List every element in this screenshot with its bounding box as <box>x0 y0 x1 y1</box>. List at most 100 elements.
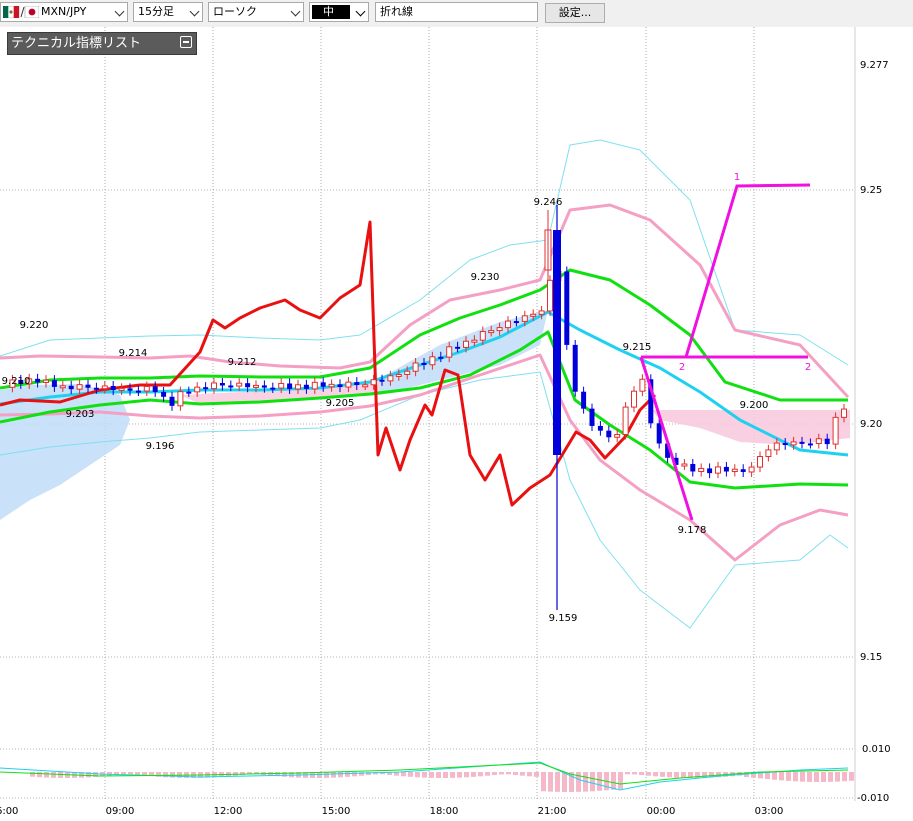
candle-body <box>639 378 646 392</box>
size-select[interactable]: 中 <box>309 2 369 22</box>
technical-indicator-list-panel[interactable]: テクニカル指標リスト <box>7 32 197 55</box>
price-annotation: 9.220 <box>20 320 49 331</box>
oscillator-bar <box>779 772 784 781</box>
y-axis-label: 9.15 <box>860 652 882 663</box>
candle-body <box>186 391 192 394</box>
candle-body <box>68 385 74 390</box>
oscillator-bar <box>667 772 672 778</box>
price-annotation: 9.230 <box>471 272 500 283</box>
oscillator-bar <box>653 772 658 777</box>
oscillator-bar <box>646 772 651 776</box>
candle-body <box>303 384 309 389</box>
candle-body <box>93 387 99 390</box>
y-axis-label: 9.277 <box>860 60 889 71</box>
oscillator-bar <box>562 772 567 792</box>
oscillator-bar <box>282 772 287 777</box>
candle-body <box>337 384 343 388</box>
candle-body <box>354 382 360 386</box>
oscillator-bar <box>555 772 560 792</box>
price-annotation: 9.246 <box>534 197 563 208</box>
candle-body <box>765 449 772 457</box>
candle-body <box>395 373 402 377</box>
candle-body <box>606 430 612 438</box>
oscillator-bar <box>674 772 679 778</box>
oscillator-bar <box>436 772 441 778</box>
candle-body <box>85 384 91 388</box>
oscillator-bar <box>128 772 133 775</box>
price-annotation: 9.215 <box>623 342 652 353</box>
chevron-down-icon <box>114 6 125 17</box>
candle-body <box>622 406 629 435</box>
oscillator-bar <box>632 772 637 775</box>
candle-body <box>479 330 486 341</box>
oscillator-bar <box>457 772 462 778</box>
x-axis-label: 09:00 <box>106 806 135 817</box>
candle-body <box>236 382 243 387</box>
candle-body <box>169 396 175 406</box>
price-annotation: 9.203 <box>66 409 95 420</box>
panel-title: テクニカル指標リスト <box>11 36 142 51</box>
price-annotation: 9.210 <box>2 376 31 387</box>
candle-body <box>161 391 167 397</box>
oscillator-bar <box>135 772 140 775</box>
candle-body <box>127 388 133 391</box>
candle-body <box>807 443 813 446</box>
y-axis-label: 9.20 <box>860 419 882 430</box>
candle-body <box>553 230 561 455</box>
oscillator-bar <box>527 772 532 777</box>
oscillator-bar <box>611 772 616 790</box>
settings-button[interactable]: 設定... <box>545 3 605 23</box>
candle-body <box>496 327 503 332</box>
candle-body <box>799 441 805 444</box>
candle-body <box>203 387 209 390</box>
oscillator-bar <box>359 772 364 776</box>
oscillator-bar <box>492 772 497 776</box>
drawing-label: 2 <box>805 362 811 373</box>
x-axis-label: 00:00 <box>647 806 676 817</box>
oscillator-bar <box>324 772 329 778</box>
candle-body <box>748 466 755 473</box>
timeframe-select[interactable]: 15分足 <box>133 2 203 22</box>
chevron-down-icon <box>189 6 200 17</box>
price-annotation: 9.205 <box>326 398 355 409</box>
currency-pair-label: MXN/JPY <box>41 5 87 18</box>
oscillator-bar <box>345 772 350 777</box>
candle-body <box>614 433 621 438</box>
candle-body <box>219 382 225 386</box>
candle-body <box>488 330 495 334</box>
oscillator-bar <box>513 772 518 776</box>
candle-body <box>43 379 49 383</box>
oscillator-bar <box>422 772 427 778</box>
oscillator-bar <box>590 772 595 792</box>
x-axis-label: 03:00 <box>755 806 784 817</box>
oscillator-bar <box>520 772 525 776</box>
candle-body <box>76 384 83 390</box>
candle-body <box>245 383 251 388</box>
candle-body <box>505 320 511 329</box>
oscillator-bar <box>800 772 805 782</box>
oscillator-bar <box>534 772 539 777</box>
oscillator-bar <box>51 772 56 778</box>
price-chart[interactable]: 1 2 2 9.220 9.214 9.210 9.203 9.196 9.212 9.205 9… <box>0 27 913 821</box>
chart-type-label: ローソク <box>213 5 257 18</box>
candle-body <box>597 425 603 431</box>
oscillator-bar <box>338 772 343 778</box>
timeframe-label: 15分足 <box>138 5 174 18</box>
oscillator-bar <box>793 772 798 782</box>
drawing-label: 2 <box>679 362 685 373</box>
oscillator-bar <box>443 772 448 778</box>
oscillator-bar <box>639 772 644 776</box>
oscillator-bar <box>541 772 546 792</box>
currency-pair-select[interactable]: MXN/JPY <box>0 2 128 22</box>
candle-body <box>455 346 461 349</box>
chart-type-select[interactable]: ローソク <box>208 2 304 22</box>
oscillator-bar <box>618 772 623 790</box>
oscillator-bar <box>478 772 483 777</box>
line-tool-field[interactable]: 折れ線 <box>375 2 538 22</box>
oscillator-bar <box>331 772 336 778</box>
candle-body <box>530 313 537 317</box>
line-tool-label: 折れ線 <box>380 5 413 18</box>
oscillator-bar <box>44 772 49 778</box>
collapse-icon[interactable] <box>180 36 192 48</box>
oscillator-bar <box>37 772 42 778</box>
